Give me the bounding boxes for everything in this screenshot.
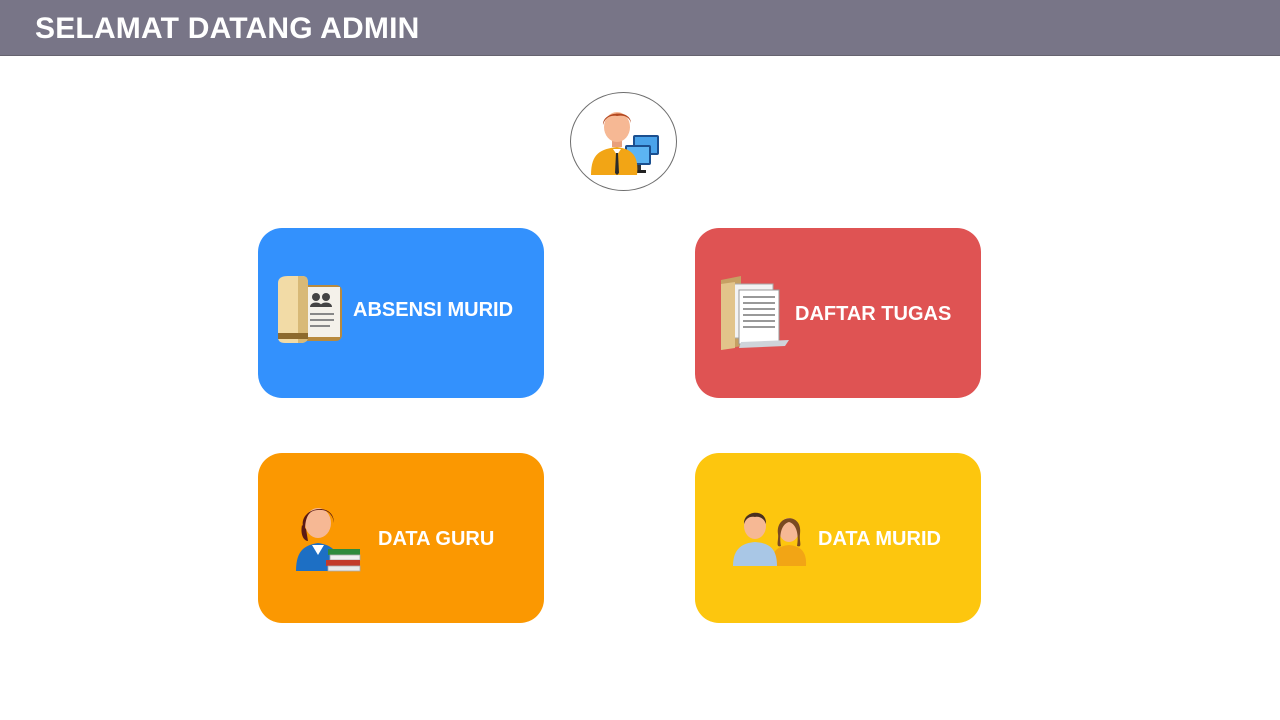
admin-user-computer-icon (591, 112, 659, 175)
daftar-tugas-label: DAFTAR TUGAS (795, 303, 952, 325)
data-guru-label: DATA GURU (378, 528, 495, 550)
teacher-books-icon (296, 508, 361, 572)
attendance-folder-icon (278, 276, 342, 343)
admin-avatar (570, 92, 677, 191)
documents-folder-icon (721, 276, 789, 350)
page-title: SELAMAT DATANG ADMIN (35, 12, 420, 45)
students-group-icon (733, 512, 807, 566)
absensi-murid-button[interactable]: ABSENSI MURID (258, 228, 544, 398)
data-guru-button[interactable]: DATA GURU (258, 453, 544, 623)
data-murid-button[interactable]: DATA MURID (695, 453, 981, 623)
daftar-tugas-button[interactable]: DAFTAR TUGAS (695, 228, 981, 398)
data-murid-label: DATA MURID (818, 528, 941, 550)
header-bar: SELAMAT DATANG ADMIN (0, 0, 1280, 56)
absensi-murid-label: ABSENSI MURID (353, 299, 514, 321)
